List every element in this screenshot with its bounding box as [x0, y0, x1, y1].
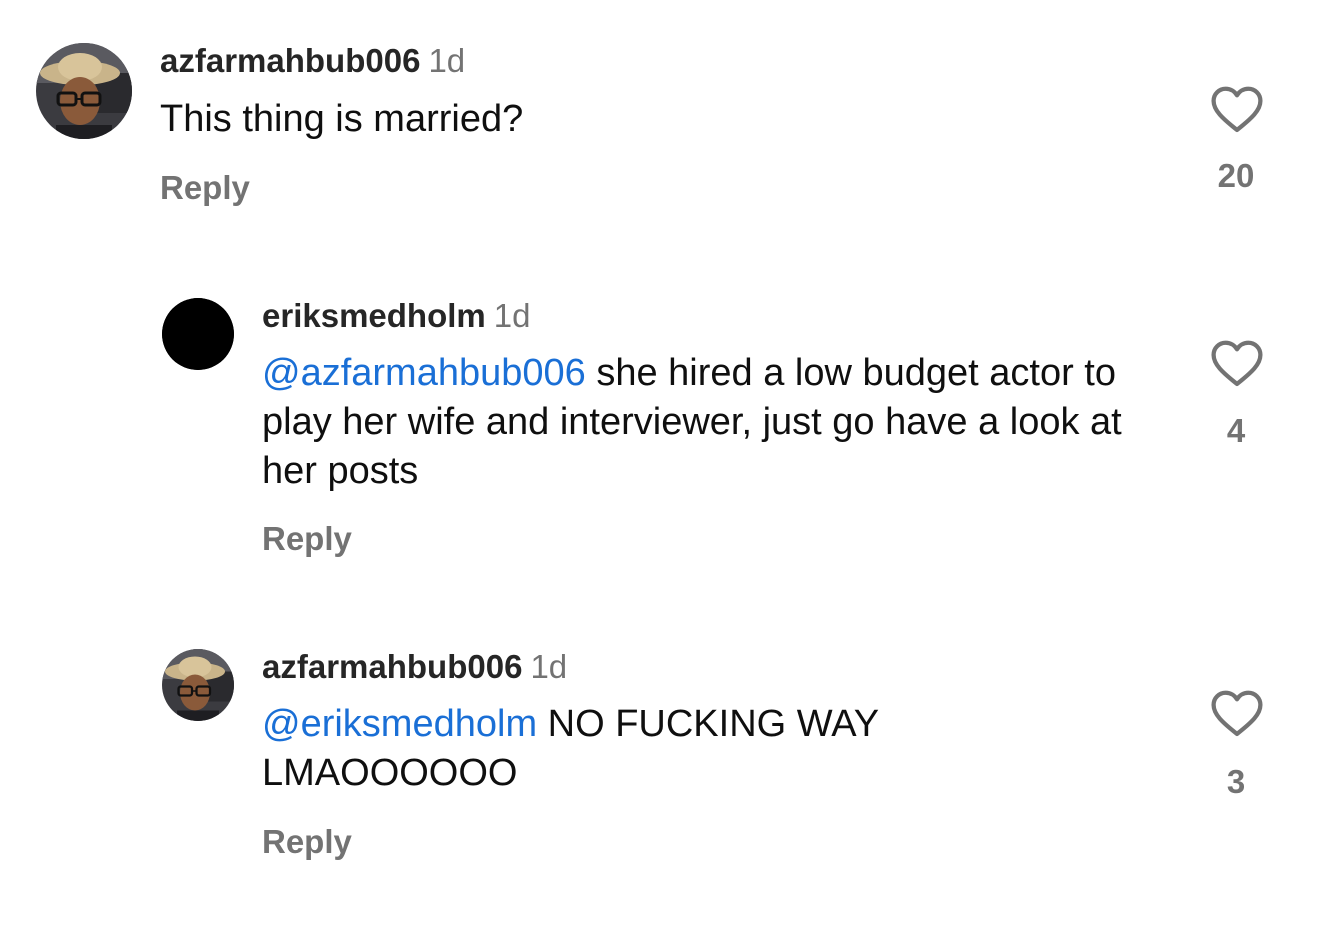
username[interactable]: azfarmahbub006	[262, 648, 522, 685]
like-button[interactable]	[1210, 688, 1264, 738]
timestamp: 1d	[493, 297, 531, 334]
comment-header: eriksmedholm 1d	[262, 296, 530, 336]
heart-outline-icon	[1211, 340, 1263, 387]
timestamp: 1d	[428, 42, 466, 79]
comment-thread: azfarmahbub006 1d This thing is married? …	[0, 0, 1320, 929]
like-count: 20	[1217, 157, 1255, 194]
avatar[interactable]	[162, 649, 234, 721]
heart-outline-icon	[1211, 690, 1263, 737]
like-count: 3	[1226, 763, 1246, 800]
comment-header: azfarmahbub006 1d	[160, 41, 465, 81]
black-circle-avatar	[162, 298, 234, 370]
reply-button[interactable]: Reply	[160, 168, 250, 208]
like-count: 4	[1226, 412, 1246, 449]
mention-link[interactable]: @azfarmahbub006	[262, 352, 586, 394]
like-button[interactable]	[1210, 84, 1264, 134]
comment-text: @azfarmahbub006 she hired a low budget a…	[262, 352, 1122, 492]
mention-link[interactable]: @eriksmedholm	[262, 703, 537, 745]
heart-outline-icon	[1211, 86, 1263, 133]
comment-text: This thing is married?	[160, 98, 524, 140]
reply-button[interactable]: Reply	[262, 519, 352, 559]
avatar[interactable]	[36, 43, 132, 139]
user-photo-avatar	[36, 43, 132, 139]
reply-button[interactable]: Reply	[262, 822, 352, 862]
timestamp: 1d	[530, 648, 568, 685]
username[interactable]: azfarmahbub006	[160, 42, 420, 79]
comment-text: @eriksmedholm NO FUCKING WAY LMAOOOOOO	[262, 703, 879, 794]
like-button[interactable]	[1210, 338, 1264, 388]
avatar[interactable]	[162, 298, 234, 370]
user-photo-avatar	[162, 649, 234, 721]
comment-header: azfarmahbub006 1d	[262, 647, 567, 687]
username[interactable]: eriksmedholm	[262, 297, 486, 334]
